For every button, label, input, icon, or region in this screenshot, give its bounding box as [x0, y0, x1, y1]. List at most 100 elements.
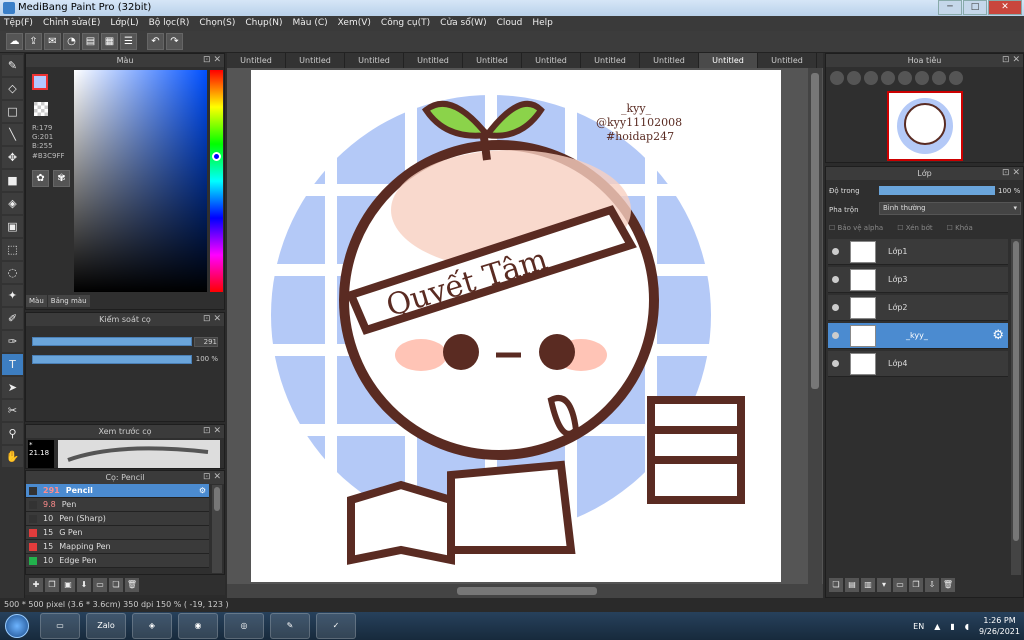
duplicate-icon[interactable]: ❏	[109, 578, 123, 592]
drawing-canvas[interactable]: Quyết Tâm _kyy_ @kyy11102008 #hoidap247	[251, 70, 781, 582]
menu-cloud[interactable]: Cloud	[497, 16, 523, 31]
tab-untitled[interactable]: Untitled	[522, 53, 581, 68]
image-brush-icon[interactable]: ▣	[61, 578, 75, 592]
menu-filter[interactable]: Bộ lọc(R)	[149, 16, 190, 31]
add-brush-icon[interactable]: ✚	[29, 578, 43, 592]
pen-item[interactable]: 15 G Pen	[26, 526, 209, 540]
horizontal-scrollbar[interactable]	[227, 584, 823, 598]
layer-row[interactable]: Lớp3	[828, 267, 1008, 293]
menu-color[interactable]: Màu (C)	[293, 16, 328, 31]
pen-item[interactable]: 9.8 Pen	[26, 498, 209, 512]
tab-untitled[interactable]: Untitled	[758, 53, 817, 68]
layer-row[interactable]: Lớp4	[828, 351, 1008, 377]
eye-icon[interactable]	[832, 304, 839, 311]
tab-palette[interactable]: Bảng màu	[47, 295, 90, 307]
tab-untitled[interactable]: Untitled	[581, 53, 640, 68]
minimize-button[interactable]: ─	[938, 0, 962, 15]
panel-close-icon[interactable]: ⊡ ✕	[203, 313, 221, 326]
chrome-icon[interactable]: ◎	[224, 613, 264, 639]
chat-icon[interactable]: ✉	[44, 33, 61, 50]
current-color-swatch[interactable]	[32, 74, 48, 90]
select-tool-icon[interactable]: ⬚	[2, 239, 23, 260]
app-icon[interactable]: ◉	[178, 613, 218, 639]
panel-close-icon[interactable]: ⊡ ✕	[1002, 54, 1020, 67]
divide-tool-icon[interactable]: ✂	[2, 400, 23, 421]
gear-icon[interactable]: ⚙	[199, 484, 206, 498]
eyedropper-tool-icon[interactable]: ⚲	[2, 423, 23, 444]
select-eraser-tool-icon[interactable]: ✑	[2, 331, 23, 352]
menu-window[interactable]: Cửa sổ(W)	[440, 16, 486, 31]
lasso-tool-icon[interactable]: ◌	[2, 262, 23, 283]
maximize-button[interactable]: □	[963, 0, 987, 15]
language-indicator[interactable]: EN	[913, 622, 924, 631]
undo-icon[interactable]: ↶	[147, 33, 164, 50]
duplicate-layer-icon[interactable]: ❐	[909, 578, 923, 592]
document-icon[interactable]: ▤	[82, 33, 99, 50]
app-icon[interactable]: ◈	[132, 613, 172, 639]
eye-icon[interactable]	[832, 360, 839, 367]
brush-size-slider[interactable]	[32, 337, 192, 346]
fill-rect-tool-icon[interactable]: ■	[2, 170, 23, 191]
list-icon[interactable]: ☰	[120, 33, 137, 50]
hue-handle[interactable]	[212, 152, 221, 161]
network-icon[interactable]: ▮	[950, 622, 954, 631]
select-pen-tool-icon[interactable]: ✐	[2, 308, 23, 329]
rect-tool-icon[interactable]: □	[2, 101, 23, 122]
line-tool-icon[interactable]: ╲	[2, 124, 23, 145]
new-layer-icon[interactable]: ❏	[829, 578, 843, 592]
move-tool-icon[interactable]: ✥	[2, 147, 23, 168]
layer-menu-icon[interactable]: ▾	[877, 578, 891, 592]
panel-close-icon[interactable]: ⊡ ✕	[203, 425, 221, 438]
pen-item[interactable]: 291 Pencil ⚙	[26, 484, 209, 498]
grid-icon[interactable]: ▦	[101, 33, 118, 50]
menu-select[interactable]: Chọn(S)	[199, 16, 235, 31]
clipping-checkbox[interactable]: ☐ Xén bớt	[897, 224, 932, 232]
medibang-icon[interactable]: ✎	[270, 613, 310, 639]
zalo-app[interactable]: Zalo	[86, 613, 126, 639]
rotate-right-icon[interactable]	[932, 71, 946, 85]
menu-tools[interactable]: Công cụ(T)	[381, 16, 430, 31]
panel-close-icon[interactable]: ⊡ ✕	[1002, 167, 1020, 180]
eye-icon[interactable]	[832, 248, 839, 255]
vertical-scrollbar[interactable]	[808, 68, 822, 584]
menu-layer[interactable]: Lớp(L)	[110, 16, 138, 31]
new-8bit-layer-icon[interactable]: ▥	[861, 578, 875, 592]
menu-help[interactable]: Help	[532, 16, 553, 31]
eraser-tool-icon[interactable]: ◇	[2, 78, 23, 99]
layer-opacity-slider[interactable]	[879, 186, 995, 195]
close-button[interactable]: ✕	[988, 0, 1022, 15]
lock-checkbox[interactable]: ☐ Khóa	[947, 224, 973, 232]
tab-untitled[interactable]: Untitled	[345, 53, 404, 68]
bucket-tool-icon[interactable]: ◈	[2, 193, 23, 214]
clock[interactable]: 1:26 PM 9/26/2021	[979, 615, 1020, 637]
brush-tool-icon[interactable]: ✎	[2, 55, 23, 76]
tab-untitled[interactable]: Untitled	[463, 53, 522, 68]
eye-icon[interactable]	[832, 332, 839, 339]
tab-untitled[interactable]: Untitled	[227, 53, 286, 68]
magic-wand-tool-icon[interactable]: ✦	[2, 285, 23, 306]
transparent-swatch[interactable]	[34, 102, 48, 116]
cloud-icon[interactable]: ☁	[6, 33, 23, 50]
tab-untitled[interactable]: Untitled	[404, 53, 463, 68]
brush-opacity-slider[interactable]	[32, 355, 192, 364]
eye-icon[interactable]	[832, 276, 839, 283]
saturation-value-picker[interactable]	[74, 70, 207, 292]
menu-file[interactable]: Tệp(F)	[4, 16, 33, 31]
volume-icon[interactable]: ◖	[965, 622, 969, 631]
rotate-left-icon[interactable]	[898, 71, 912, 85]
tab-color[interactable]: Màu	[26, 295, 47, 307]
pen-list-scrollbar[interactable]	[212, 485, 222, 573]
file-explorer-icon[interactable]: ▭	[40, 613, 80, 639]
hue-slider[interactable]	[210, 70, 223, 292]
navigator-thumbnail[interactable]	[887, 91, 963, 161]
upload-icon[interactable]: ⇪	[25, 33, 42, 50]
tray-arrow-icon[interactable]: ▲	[934, 622, 940, 631]
import-icon[interactable]: ⬇	[77, 578, 91, 592]
new-halftone-layer-icon[interactable]: ▤	[845, 578, 859, 592]
redo-icon[interactable]: ↷	[166, 33, 183, 50]
panel-close-icon[interactable]: ⊡ ✕	[203, 54, 221, 67]
app-icon[interactable]: ✓	[316, 613, 356, 639]
tab-untitled[interactable]: Untitled	[640, 53, 699, 68]
operation-tool-icon[interactable]: ➤	[2, 377, 23, 398]
speech-icon[interactable]: ◔	[63, 33, 80, 50]
